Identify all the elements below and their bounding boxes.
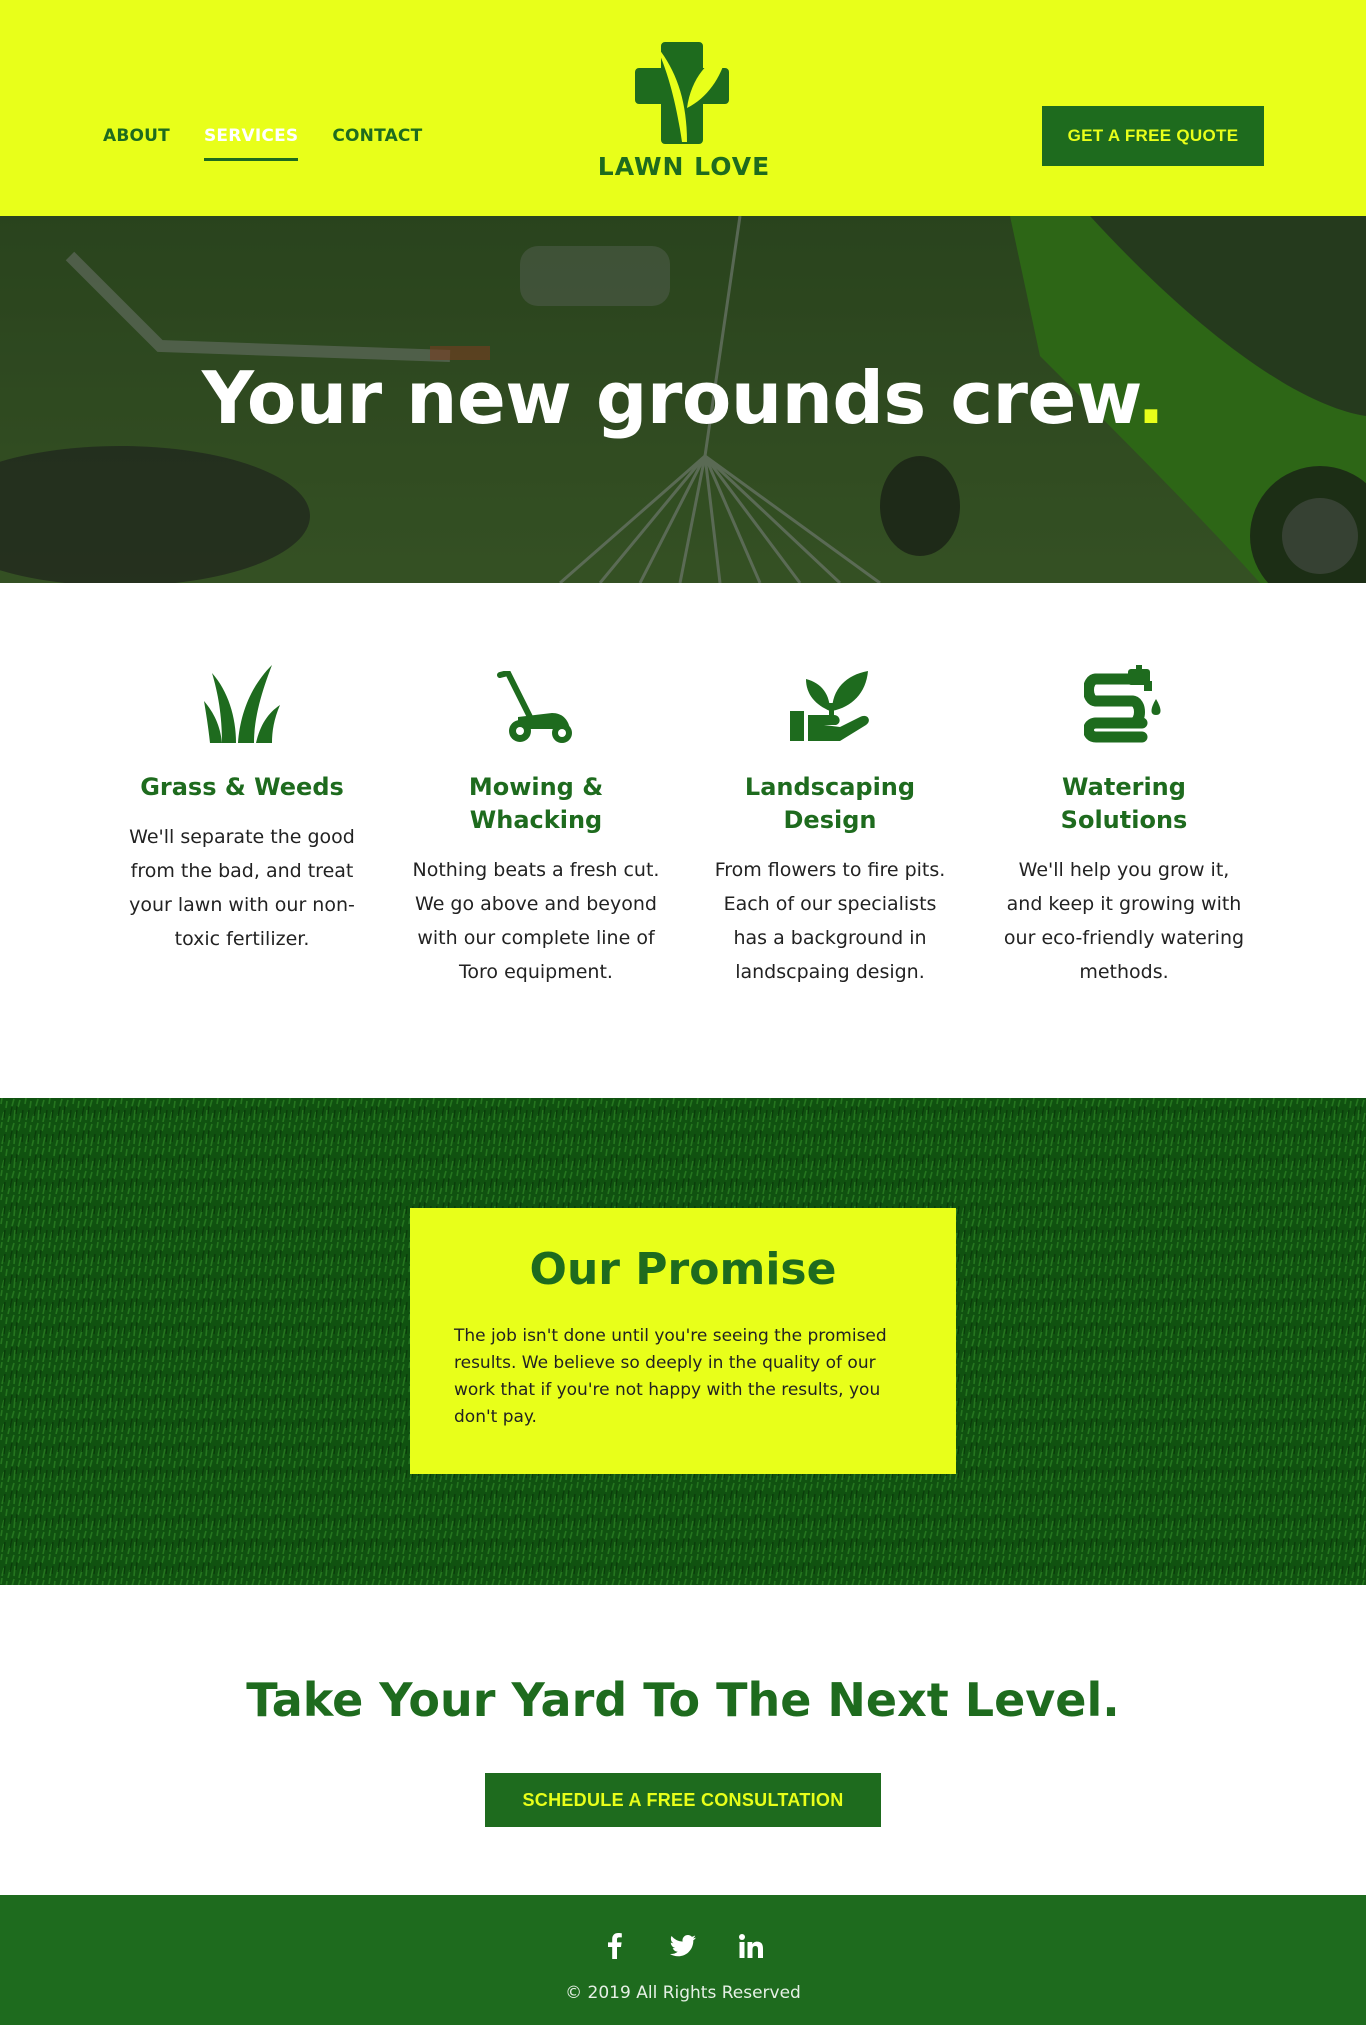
cta-section: Take Your Yard To The Next Level. SCHEDU… xyxy=(0,1585,1366,1895)
linkedin-icon[interactable] xyxy=(736,1931,766,1961)
grass-icon xyxy=(204,665,280,743)
promise-title: Our Promise xyxy=(529,1244,837,1295)
main-nav: ABOUT SERVICES CONTACT xyxy=(103,126,422,161)
schedule-consultation-button[interactable]: SCHEDULE A FREE CONSULTATION xyxy=(485,1773,881,1827)
copyright-text: © 2019 All Rights Reserved xyxy=(565,1983,801,2003)
service-landscaping-design: Landscaping Design From flowers to fire … xyxy=(705,663,955,989)
promise-text: The job isn't done until you're seeing t… xyxy=(454,1326,887,1427)
get-free-quote-button[interactable]: GET A FREE QUOTE xyxy=(1042,106,1264,166)
hose-icon xyxy=(1084,665,1161,743)
hero-title-dot: . xyxy=(1137,356,1165,440)
services-section: Grass & Weeds We'll separate the good fr… xyxy=(0,583,1366,1098)
logo-text: LAWN LOVE xyxy=(597,152,771,181)
social-links xyxy=(0,1931,1366,1961)
hero-section: Your new grounds crew. xyxy=(0,216,1366,583)
service-title: Grass & Weeds xyxy=(140,773,344,801)
service-description: We'll separate the good from the bad, an… xyxy=(129,826,355,950)
service-description: Nothing beats a fresh cut. We go above a… xyxy=(412,859,660,983)
plant-in-hand-icon xyxy=(790,671,869,741)
twitter-icon[interactable] xyxy=(668,1931,698,1961)
service-watering-solutions: Watering Solutions We'll help you grow i… xyxy=(999,663,1249,989)
cross-leaf-logo-icon xyxy=(635,42,729,144)
nav-about[interactable]: ABOUT xyxy=(103,126,170,161)
site-footer: © 2019 All Rights Reserved xyxy=(0,1895,1366,2025)
service-description: We'll help you grow it, and keep it grow… xyxy=(1003,859,1245,983)
service-title: Mowing & Whacking xyxy=(468,773,604,834)
service-mowing-whacking: Mowing & Whacking Nothing beats a fresh … xyxy=(411,663,661,989)
nav-contact[interactable]: CONTACT xyxy=(332,126,422,161)
cta-title: Take Your Yard To The Next Level. xyxy=(246,1673,1120,1727)
nav-services[interactable]: SERVICES xyxy=(203,126,299,161)
promise-section: Our Promise The job isn't done until you… xyxy=(0,1098,1366,1585)
service-title: Landscaping Design xyxy=(744,773,916,834)
site-logo[interactable]: LAWN LOVE xyxy=(596,38,772,181)
hero-title: Your new grounds crew. xyxy=(0,356,1366,440)
service-title: Watering Solutions xyxy=(1060,773,1188,834)
service-description: From flowers to fire pits. Each of our s… xyxy=(714,859,946,983)
lawn-mower-icon xyxy=(497,671,572,743)
promise-card: Our Promise The job isn't done until you… xyxy=(410,1208,956,1474)
site-header: ABOUT SERVICES CONTACT LAWN LOVE GET A F… xyxy=(0,0,1366,216)
service-grass-weeds: Grass & Weeds We'll separate the good fr… xyxy=(117,663,367,956)
hero-title-text: Your new grounds crew xyxy=(201,356,1138,440)
facebook-icon[interactable] xyxy=(600,1931,630,1961)
